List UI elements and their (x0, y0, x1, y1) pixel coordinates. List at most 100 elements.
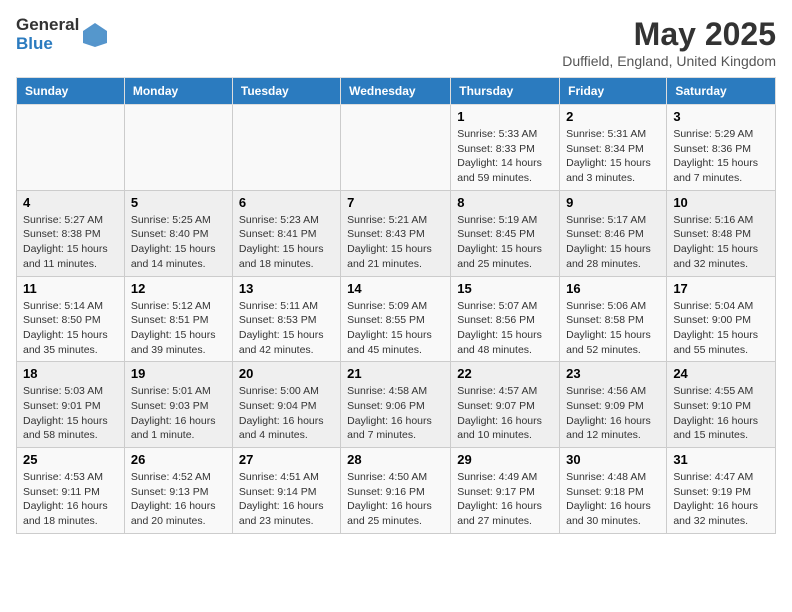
calendar-cell: 8 Sunrise: 5:19 AM Sunset: 8:45 PM Daylig… (451, 190, 560, 276)
title-area: May 2025 Duffield, England, United Kingd… (562, 16, 776, 69)
day-number: 19 (131, 366, 226, 381)
day-number: 21 (347, 366, 444, 381)
day-info: Sunrise: 5:23 AM Sunset: 8:41 PM Dayligh… (239, 213, 334, 272)
calendar-cell: 15Sunrise: 5:07 AM Sunset: 8:56 PM Dayli… (451, 276, 560, 362)
calendar-cell: 17Sunrise: 5:04 AM Sunset: 9:00 PM Dayli… (667, 276, 776, 362)
day-info: Sunrise: 5:12 AM Sunset: 8:51 PM Dayligh… (131, 299, 226, 358)
day-info: Sunrise: 5:09 AM Sunset: 8:55 PM Dayligh… (347, 299, 444, 358)
calendar-cell: 4 Sunrise: 5:27 AM Sunset: 8:38 PM Daylig… (17, 190, 125, 276)
logo-blue: Blue (16, 35, 79, 54)
calendar-week-row: 11 Sunrise: 5:14 AM Sunset: 8:50 PM Dayli… (17, 276, 776, 362)
day-header-monday: Monday (124, 78, 232, 105)
days-header-row: SundayMondayTuesdayWednesdayThursdayFrid… (17, 78, 776, 105)
day-number: 18 (23, 366, 118, 381)
calendar-cell: 18Sunrise: 5:03 AM Sunset: 9:01 PM Dayli… (17, 362, 125, 448)
calendar-week-row: 18Sunrise: 5:03 AM Sunset: 9:01 PM Dayli… (17, 362, 776, 448)
calendar-cell: 16 Sunrise: 5:06 AM Sunset: 8:58 PM Dayli… (560, 276, 667, 362)
day-number: 26 (131, 452, 226, 467)
day-number: 16 (566, 281, 660, 296)
day-header-wednesday: Wednesday (341, 78, 451, 105)
day-number: 12 (131, 281, 226, 296)
day-number: 1 (457, 109, 553, 124)
day-number: 31 (673, 452, 769, 467)
calendar-cell: 25Sunrise: 4:53 AM Sunset: 9:11 PM Dayli… (17, 448, 125, 534)
day-number: 3 (673, 109, 769, 124)
day-info: Sunrise: 5:14 AM Sunset: 8:50 PM Dayligh… (23, 299, 118, 358)
day-info: Sunrise: 5:29 AM Sunset: 8:36 PM Dayligh… (673, 127, 769, 186)
calendar-table: SundayMondayTuesdayWednesdayThursdayFrid… (16, 77, 776, 534)
day-info: Sunrise: 4:50 AM Sunset: 9:16 PM Dayligh… (347, 470, 444, 529)
day-number: 2 (566, 109, 660, 124)
calendar-cell: 29Sunrise: 4:49 AM Sunset: 9:17 PM Dayli… (451, 448, 560, 534)
calendar-week-row: 4 Sunrise: 5:27 AM Sunset: 8:38 PM Daylig… (17, 190, 776, 276)
calendar-cell: 30Sunrise: 4:48 AM Sunset: 9:18 PM Dayli… (560, 448, 667, 534)
calendar-cell (17, 105, 125, 191)
calendar-cell: 28 Sunrise: 4:50 AM Sunset: 9:16 PM Dayli… (341, 448, 451, 534)
calendar-cell: 11 Sunrise: 5:14 AM Sunset: 8:50 PM Dayli… (17, 276, 125, 362)
logo: General Blue (16, 16, 109, 53)
day-number: 8 (457, 195, 553, 210)
day-info: Sunrise: 5:21 AM Sunset: 8:43 PM Dayligh… (347, 213, 444, 272)
day-info: Sunrise: 5:04 AM Sunset: 9:00 PM Dayligh… (673, 299, 769, 358)
location: Duffield, England, United Kingdom (562, 53, 776, 69)
day-number: 9 (566, 195, 660, 210)
day-info: Sunrise: 4:58 AM Sunset: 9:06 PM Dayligh… (347, 384, 444, 443)
day-number: 20 (239, 366, 334, 381)
day-info: Sunrise: 4:56 AM Sunset: 9:09 PM Dayligh… (566, 384, 660, 443)
day-number: 29 (457, 452, 553, 467)
day-info: Sunrise: 4:47 AM Sunset: 9:19 PM Dayligh… (673, 470, 769, 529)
calendar-cell: 20Sunrise: 5:00 AM Sunset: 9:04 PM Dayli… (232, 362, 340, 448)
calendar-cell: 10Sunrise: 5:16 AM Sunset: 8:48 PM Dayli… (667, 190, 776, 276)
calendar-cell: 3 Sunrise: 5:29 AM Sunset: 8:36 PM Daylig… (667, 105, 776, 191)
day-header-saturday: Saturday (667, 78, 776, 105)
day-number: 14 (347, 281, 444, 296)
calendar-cell: 31 Sunrise: 4:47 AM Sunset: 9:19 PM Dayli… (667, 448, 776, 534)
day-info: Sunrise: 4:57 AM Sunset: 9:07 PM Dayligh… (457, 384, 553, 443)
day-number: 25 (23, 452, 118, 467)
calendar-cell: 9 Sunrise: 5:17 AM Sunset: 8:46 PM Daylig… (560, 190, 667, 276)
calendar-cell: 24Sunrise: 4:55 AM Sunset: 9:10 PM Dayli… (667, 362, 776, 448)
day-info: Sunrise: 4:52 AM Sunset: 9:13 PM Dayligh… (131, 470, 226, 529)
day-info: Sunrise: 5:25 AM Sunset: 8:40 PM Dayligh… (131, 213, 226, 272)
calendar-cell: 5 Sunrise: 5:25 AM Sunset: 8:40 PM Daylig… (124, 190, 232, 276)
day-number: 13 (239, 281, 334, 296)
calendar-cell: 2 Sunrise: 5:31 AM Sunset: 8:34 PM Daylig… (560, 105, 667, 191)
day-number: 28 (347, 452, 444, 467)
logo-icon (81, 21, 109, 49)
day-number: 7 (347, 195, 444, 210)
day-header-tuesday: Tuesday (232, 78, 340, 105)
calendar-cell: 23Sunrise: 4:56 AM Sunset: 9:09 PM Dayli… (560, 362, 667, 448)
day-info: Sunrise: 4:51 AM Sunset: 9:14 PM Dayligh… (239, 470, 334, 529)
calendar-cell: 19 Sunrise: 5:01 AM Sunset: 9:03 PM Dayli… (124, 362, 232, 448)
calendar-cell: 14 Sunrise: 5:09 AM Sunset: 8:55 PM Dayli… (341, 276, 451, 362)
calendar-cell (232, 105, 340, 191)
day-header-sunday: Sunday (17, 78, 125, 105)
calendar-cell: 26 Sunrise: 4:52 AM Sunset: 9:13 PM Dayli… (124, 448, 232, 534)
day-number: 15 (457, 281, 553, 296)
day-number: 30 (566, 452, 660, 467)
day-info: Sunrise: 4:55 AM Sunset: 9:10 PM Dayligh… (673, 384, 769, 443)
day-number: 10 (673, 195, 769, 210)
day-info: Sunrise: 5:27 AM Sunset: 8:38 PM Dayligh… (23, 213, 118, 272)
calendar-week-row: 25Sunrise: 4:53 AM Sunset: 9:11 PM Dayli… (17, 448, 776, 534)
day-info: Sunrise: 5:17 AM Sunset: 8:46 PM Dayligh… (566, 213, 660, 272)
day-info: Sunrise: 5:06 AM Sunset: 8:58 PM Dayligh… (566, 299, 660, 358)
day-info: Sunrise: 5:01 AM Sunset: 9:03 PM Dayligh… (131, 384, 226, 443)
day-info: Sunrise: 5:19 AM Sunset: 8:45 PM Dayligh… (457, 213, 553, 272)
calendar-cell: 13 Sunrise: 5:11 AM Sunset: 8:53 PM Dayli… (232, 276, 340, 362)
day-number: 27 (239, 452, 334, 467)
calendar-cell: 22Sunrise: 4:57 AM Sunset: 9:07 PM Dayli… (451, 362, 560, 448)
page-header: General Blue May 2025 Duffield, England,… (16, 16, 776, 69)
day-header-thursday: Thursday (451, 78, 560, 105)
calendar-cell: 21 Sunrise: 4:58 AM Sunset: 9:06 PM Dayli… (341, 362, 451, 448)
day-info: Sunrise: 5:31 AM Sunset: 8:34 PM Dayligh… (566, 127, 660, 186)
day-number: 11 (23, 281, 118, 296)
calendar-cell: 27 Sunrise: 4:51 AM Sunset: 9:14 PM Dayli… (232, 448, 340, 534)
day-header-friday: Friday (560, 78, 667, 105)
calendar-cell (124, 105, 232, 191)
day-info: Sunrise: 5:11 AM Sunset: 8:53 PM Dayligh… (239, 299, 334, 358)
day-number: 4 (23, 195, 118, 210)
calendar-cell: 12 Sunrise: 5:12 AM Sunset: 8:51 PM Dayli… (124, 276, 232, 362)
calendar-week-row: 1Sunrise: 5:33 AM Sunset: 8:33 PM Daylig… (17, 105, 776, 191)
day-number: 5 (131, 195, 226, 210)
